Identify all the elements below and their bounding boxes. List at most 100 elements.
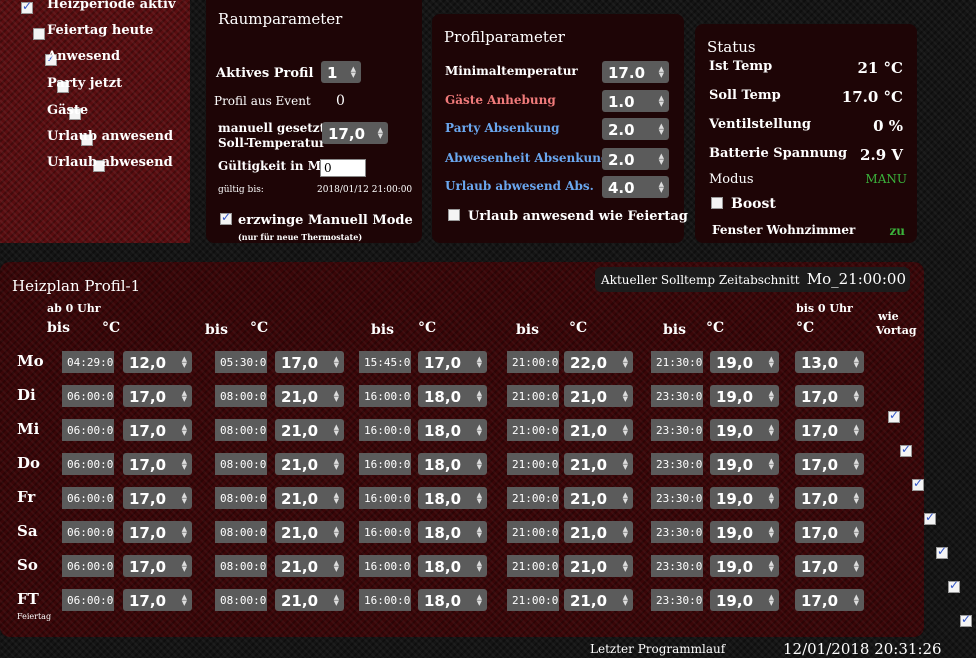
time-input[interactable]: 08:00:00 (215, 487, 267, 509)
toggle-checkbox[interactable] (33, 28, 45, 40)
wie-vortag-checkbox[interactable] (912, 476, 924, 491)
temp-select[interactable]: 17,0 ▲ ▼ (795, 521, 864, 543)
temp-select[interactable]: 19,0 ▲ ▼ (710, 453, 779, 475)
temp-select[interactable]: 21,0 ▲ ▼ (275, 589, 344, 611)
time-input[interactable]: 08:00:00 (215, 555, 267, 577)
temp-select[interactable]: 22,0 ▲ ▼ (564, 351, 633, 373)
temp-select[interactable]: 21,0 ▲ ▼ (564, 589, 633, 611)
time-input[interactable]: 21:00:00 (507, 589, 559, 611)
time-input[interactable]: 06:00:00 (62, 555, 114, 577)
time-input[interactable]: 08:00:00 (215, 385, 267, 407)
temp-select[interactable]: 19,0 ▲ ▼ (710, 351, 779, 373)
time-input[interactable]: 06:00:00 (62, 589, 114, 611)
temp-select[interactable]: 18,0 ▲ ▼ (418, 419, 487, 441)
profilparameter-select[interactable]: 1.0 ▲ ▼ (602, 90, 669, 112)
time-input[interactable]: 06:00:00 (62, 487, 114, 509)
time-input[interactable]: 21:00:00 (507, 385, 559, 407)
time-input[interactable]: 06:00:00 (62, 385, 114, 407)
aktives-profil-select[interactable]: 1 ▲ ▼ (321, 61, 361, 83)
temp-select[interactable]: 21,0 ▲ ▼ (564, 487, 633, 509)
profilparameter-select[interactable]: 17.0 ▲ ▼ (602, 61, 669, 83)
temp-select[interactable]: 17,0 ▲ ▼ (123, 589, 192, 611)
time-input[interactable]: 21:00:00 (507, 453, 559, 475)
urlaub-feiertag-checkbox[interactable] (448, 209, 460, 221)
temp-select[interactable]: 21,0 ▲ ▼ (564, 453, 633, 475)
temp-select[interactable]: 17,0 ▲ ▼ (795, 555, 864, 577)
wie-vortag-checkbox[interactable] (936, 544, 948, 559)
toggle-checkbox[interactable] (21, 0, 33, 14)
manuell-temp-select[interactable]: 17,0 ▲ ▼ (322, 122, 388, 144)
temp-select[interactable]: 18,0 ▲ ▼ (418, 453, 487, 475)
temp-select[interactable]: 18,0 ▲ ▼ (418, 385, 487, 407)
temp-select[interactable]: 18,0 ▲ ▼ (418, 555, 487, 577)
time-input[interactable]: 21:00:00 (507, 487, 559, 509)
time-input[interactable]: 04:29:00 (62, 351, 114, 373)
temp-select[interactable]: 17,0 ▲ ▼ (795, 487, 864, 509)
temp-select[interactable]: 19,0 ▲ ▼ (710, 487, 779, 509)
temp-select[interactable]: 19,0 ▲ ▼ (710, 589, 779, 611)
temp-select[interactable]: 17,0 ▲ ▼ (123, 555, 192, 577)
time-input[interactable]: 21:00:00 (507, 521, 559, 543)
time-input[interactable]: 16:00:00 (359, 385, 411, 407)
temp-select[interactable]: 17,0 ▲ ▼ (795, 419, 864, 441)
temp-select[interactable]: 19,0 ▲ ▼ (710, 555, 779, 577)
temp-select[interactable]: 17,0 ▲ ▼ (418, 351, 487, 373)
temp-select[interactable]: 21,0 ▲ ▼ (275, 419, 344, 441)
profilparameter-select[interactable]: 2.0 ▲ ▼ (602, 118, 669, 140)
temp-select[interactable]: 18,0 ▲ ▼ (418, 589, 487, 611)
time-input[interactable]: 23:30:00 (651, 453, 703, 475)
temp-select[interactable]: 21,0 ▲ ▼ (275, 521, 344, 543)
temp-select[interactable]: 21,0 ▲ ▼ (564, 419, 633, 441)
temp-select[interactable]: 17,0 ▲ ▼ (795, 589, 864, 611)
time-input[interactable]: 08:00:00 (215, 453, 267, 475)
temp-select[interactable]: 21,0 ▲ ▼ (564, 521, 633, 543)
time-input[interactable]: 21:00:00 (507, 351, 559, 373)
wie-vortag-checkbox[interactable] (948, 578, 960, 593)
time-input[interactable]: 06:00:00 (62, 453, 114, 475)
temp-select[interactable]: 19,0 ▲ ▼ (710, 521, 779, 543)
time-input[interactable]: 16:00:00 (359, 419, 411, 441)
time-input[interactable]: 16:00:00 (359, 521, 411, 543)
profilparameter-select[interactable]: 4.0 ▲ ▼ (602, 176, 669, 198)
gueltigkeit-input[interactable]: 0 (320, 159, 366, 177)
temp-select[interactable]: 21,0 ▲ ▼ (564, 385, 633, 407)
temp-select[interactable]: 21,0 ▲ ▼ (275, 487, 344, 509)
time-input[interactable]: 08:00:00 (215, 521, 267, 543)
time-input[interactable]: 23:30:00 (651, 555, 703, 577)
time-input[interactable]: 16:00:00 (359, 453, 411, 475)
temp-select[interactable]: 21,0 ▲ ▼ (275, 385, 344, 407)
time-input[interactable]: 16:00:00 (359, 589, 411, 611)
time-input[interactable]: 16:00:00 (359, 487, 411, 509)
time-input[interactable]: 05:30:00 (215, 351, 267, 373)
time-input[interactable]: 23:30:00 (651, 487, 703, 509)
time-input[interactable]: 23:30:00 (651, 589, 703, 611)
temp-select[interactable]: 17,0 ▲ ▼ (123, 521, 192, 543)
time-input[interactable]: 21:00:00 (507, 419, 559, 441)
wie-vortag-checkbox[interactable] (888, 408, 900, 423)
profilparameter-select[interactable]: 2.0 ▲ ▼ (602, 148, 669, 170)
boost-checkbox[interactable] (711, 197, 723, 209)
temp-select[interactable]: 12,0 ▲ ▼ (123, 351, 192, 373)
temp-select[interactable]: 21,0 ▲ ▼ (564, 555, 633, 577)
temp-select[interactable]: 17,0 ▲ ▼ (123, 419, 192, 441)
temp-select[interactable]: 19,0 ▲ ▼ (710, 419, 779, 441)
temp-select[interactable]: 17,0 ▲ ▼ (795, 453, 864, 475)
time-input[interactable]: 06:00:00 (62, 521, 114, 543)
time-input[interactable]: 15:45:00 (359, 351, 411, 373)
wie-vortag-checkbox[interactable] (924, 510, 936, 525)
temp-select[interactable]: 13,0 ▲ ▼ (795, 351, 864, 373)
temp-select[interactable]: 18,0 ▲ ▼ (418, 487, 487, 509)
time-input[interactable]: 16:00:00 (359, 555, 411, 577)
temp-select[interactable]: 21,0 ▲ ▼ (275, 555, 344, 577)
temp-select[interactable]: 21,0 ▲ ▼ (275, 453, 344, 475)
time-input[interactable]: 23:30:00 (651, 419, 703, 441)
temp-select[interactable]: 17,0 ▲ ▼ (123, 385, 192, 407)
time-input[interactable]: 08:00:00 (215, 419, 267, 441)
time-input[interactable]: 23:30:00 (651, 521, 703, 543)
time-input[interactable]: 06:00:00 (62, 419, 114, 441)
time-input[interactable]: 21:00:00 (507, 555, 559, 577)
temp-select[interactable]: 17,0 ▲ ▼ (275, 351, 344, 373)
temp-select[interactable]: 17,0 ▲ ▼ (123, 487, 192, 509)
temp-select[interactable]: 18,0 ▲ ▼ (418, 521, 487, 543)
time-input[interactable]: 21:30:00 (651, 351, 703, 373)
